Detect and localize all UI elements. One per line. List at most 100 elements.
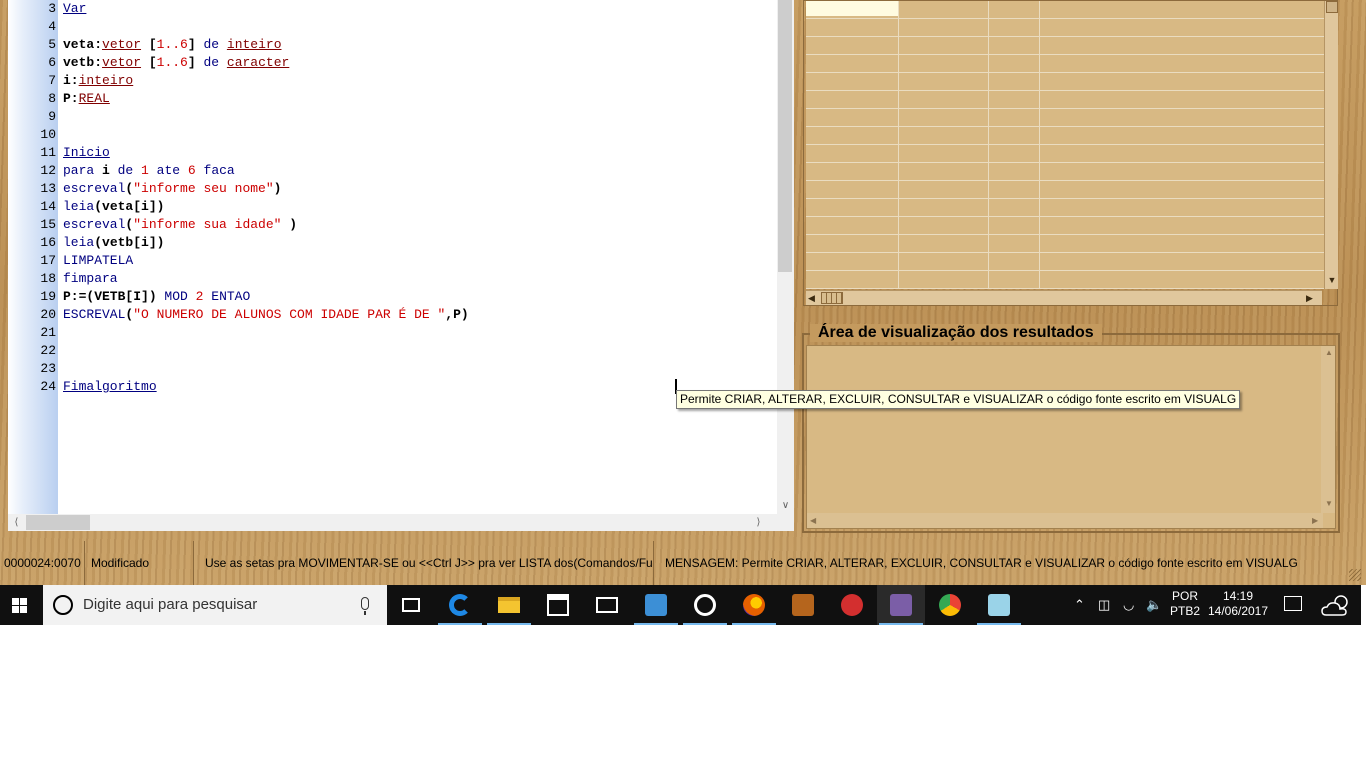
code-line[interactable]: vetb:vetor [1..6] de caracter bbox=[63, 54, 289, 72]
taskbar-search-box[interactable]: Digite aqui para pesquisar bbox=[43, 585, 387, 625]
code-editor[interactable]: 3 4 5 6 7 8 9 10 11 12 13 14 15 16 17 18 19 20 21 22 23 24 Va… bbox=[8, 0, 794, 531]
flash-icon[interactable] bbox=[828, 585, 876, 625]
grid-selected-cell[interactable] bbox=[806, 1, 898, 16]
search-placeholder: Digite aqui para pesquisar bbox=[83, 596, 258, 613]
code-line[interactable]: Inicio bbox=[63, 144, 110, 162]
scroll-down-arrow-icon[interactable]: ∨ bbox=[777, 497, 794, 514]
visualg-window: 3 4 5 6 7 8 9 10 11 12 13 14 15 16 17 18 19 20 21 22 23 24 Va… bbox=[0, 0, 1366, 585]
code-token: P: bbox=[63, 91, 79, 106]
grid-scroll-down-arrow-icon[interactable]: ▼ bbox=[1325, 273, 1339, 287]
grid-horizontal-scrollbar[interactable]: ◀ ▶ bbox=[806, 290, 1322, 305]
firefox-icon[interactable] bbox=[730, 585, 778, 625]
scroll-left-arrow-icon[interactable]: ⟨ bbox=[8, 514, 25, 531]
start-button[interactable] bbox=[0, 585, 42, 625]
code-line[interactable]: escreval("informe seu nome") bbox=[63, 180, 281, 198]
code-token: escreval bbox=[63, 181, 126, 196]
line-number-text: 8 bbox=[48, 91, 56, 106]
clock-date: 14/06/2017 bbox=[1207, 604, 1269, 618]
microphone-icon[interactable] bbox=[361, 597, 369, 610]
code-token: ] bbox=[187, 55, 204, 70]
line-number-text: 11 bbox=[40, 145, 56, 160]
editor-horizontal-scrollbar[interactable]: ⟨ ⟩ bbox=[8, 514, 777, 531]
code-line[interactable]: para i de 1 ate 6 faca bbox=[63, 162, 235, 180]
line-number: 6 bbox=[8, 54, 56, 72]
code-line[interactable]: escreval("informe sua idade" ) bbox=[63, 216, 297, 234]
line-number: 18 bbox=[8, 270, 56, 288]
grid-vertical-scrollbar[interactable]: ▼ bbox=[1324, 1, 1338, 289]
notifications-icon[interactable] bbox=[1284, 596, 1302, 611]
code-line[interactable]: Var bbox=[63, 0, 86, 18]
results-title: Área de visualização dos resultados bbox=[810, 324, 1102, 342]
clock-time: 14:19 bbox=[1222, 589, 1254, 603]
code-token: [ bbox=[141, 55, 157, 70]
grid-scroll-left-arrow-icon[interactable]: ◀ bbox=[808, 291, 820, 305]
editor-vertical-scrollbar[interactable]: ∨ bbox=[777, 0, 794, 514]
results-scroll-up-arrow-icon[interactable]: ▲ bbox=[1325, 348, 1333, 357]
results-scroll-down-arrow-icon[interactable]: ▼ bbox=[1325, 499, 1333, 508]
running-indicator bbox=[487, 623, 531, 625]
volume-icon[interactable]: 🔈 bbox=[1146, 597, 1162, 613]
scroll-right-arrow-icon[interactable]: ⟩ bbox=[750, 514, 767, 531]
wifi-icon[interactable]: ◡ bbox=[1123, 597, 1134, 613]
code-line[interactable]: leia(vetb[i]) bbox=[63, 234, 164, 252]
code-token: Fimalgoritmo bbox=[63, 379, 157, 394]
results-vertical-scrollbar[interactable]: ▲ ▼ bbox=[1321, 346, 1335, 513]
code-token: i bbox=[94, 163, 118, 178]
task-view-icon-glyph bbox=[402, 598, 420, 612]
visual-studio-code-icon[interactable] bbox=[632, 585, 680, 625]
editor-vertical-scroll-thumb[interactable] bbox=[778, 0, 792, 272]
game-app-icon[interactable] bbox=[779, 585, 827, 625]
scrollbar-corner bbox=[777, 514, 794, 531]
results-output-area[interactable]: ▲ ▼ ◀ ▶ bbox=[806, 345, 1336, 529]
mail-icon[interactable] bbox=[583, 585, 631, 625]
media-player-icon[interactable] bbox=[681, 585, 729, 625]
code-token: LIMPATELA bbox=[63, 253, 134, 268]
line-number-text: 17 bbox=[40, 253, 56, 268]
code-token: escreval bbox=[63, 217, 126, 232]
line-number-text: 9 bbox=[48, 109, 56, 124]
chevron-up-icon[interactable]: ⌃ bbox=[1074, 597, 1085, 613]
code-line[interactable]: Fimalgoritmo bbox=[63, 378, 157, 396]
code-token: (vetb[i]) bbox=[94, 235, 165, 250]
code-line[interactable]: P:REAL bbox=[63, 90, 110, 108]
editor-horizontal-scroll-thumb[interactable] bbox=[26, 515, 90, 530]
task-view-icon[interactable] bbox=[387, 585, 435, 625]
code-line[interactable]: leia(veta[i]) bbox=[63, 198, 164, 216]
variables-grid[interactable] bbox=[806, 1, 1324, 289]
code-line[interactable]: i:inteiro bbox=[63, 72, 133, 90]
code-line[interactable]: veta:vetor [1..6] de inteiro bbox=[63, 36, 282, 54]
code-token: de bbox=[203, 37, 220, 52]
grid-vertical-scroll-thumb[interactable] bbox=[1326, 1, 1338, 13]
line-number-text: 24 bbox=[40, 379, 56, 394]
variables-grid-panel: ▼ ◀ ▶ bbox=[803, 0, 1338, 306]
language-code: POR bbox=[1171, 589, 1198, 603]
store-icon[interactable] bbox=[534, 585, 582, 625]
file-explorer-icon[interactable] bbox=[485, 585, 533, 625]
chrome-icon[interactable] bbox=[926, 585, 974, 625]
code-token: leia bbox=[63, 199, 95, 214]
results-horizontal-scrollbar[interactable]: ◀ ▶ bbox=[807, 513, 1323, 528]
grid-scroll-right-arrow-icon[interactable]: ▶ bbox=[1306, 291, 1318, 305]
notepad-app-icon[interactable] bbox=[975, 585, 1023, 625]
resize-grip-icon[interactable] bbox=[1349, 569, 1361, 581]
edge-icon[interactable] bbox=[436, 585, 484, 625]
weather-icon[interactable] bbox=[1320, 591, 1354, 619]
battery-icon[interactable]: ◫ bbox=[1098, 597, 1110, 613]
line-number: 23 bbox=[8, 360, 56, 378]
tooltip: Permite CRIAR, ALTERAR, EXCLUIR, CONSULT… bbox=[676, 390, 1241, 409]
code-line[interactable]: P:=(VETB[I]) MOD 2 ENTAO bbox=[63, 288, 250, 306]
language-indicator[interactable]: POR PTB2 bbox=[1170, 589, 1200, 619]
grid-horizontal-scroll-thumb[interactable] bbox=[821, 292, 843, 304]
visualg-icon[interactable] bbox=[877, 585, 925, 625]
code-line[interactable]: ESCREVAL("O NUMERO DE ALUNOS COM IDADE P… bbox=[63, 306, 469, 324]
code-line[interactable]: fimpara bbox=[63, 270, 118, 288]
line-number: 21 bbox=[8, 324, 56, 342]
code-token: 1..6 bbox=[156, 55, 188, 70]
code-token: ,P) bbox=[445, 307, 469, 322]
results-scroll-left-arrow-icon[interactable]: ◀ bbox=[810, 516, 816, 525]
clock[interactable]: 14:19 14/06/2017 bbox=[1206, 589, 1270, 619]
code-line[interactable]: LIMPATELA bbox=[63, 252, 133, 270]
line-number: 15 bbox=[8, 216, 56, 234]
results-scroll-right-arrow-icon[interactable]: ▶ bbox=[1312, 516, 1318, 525]
